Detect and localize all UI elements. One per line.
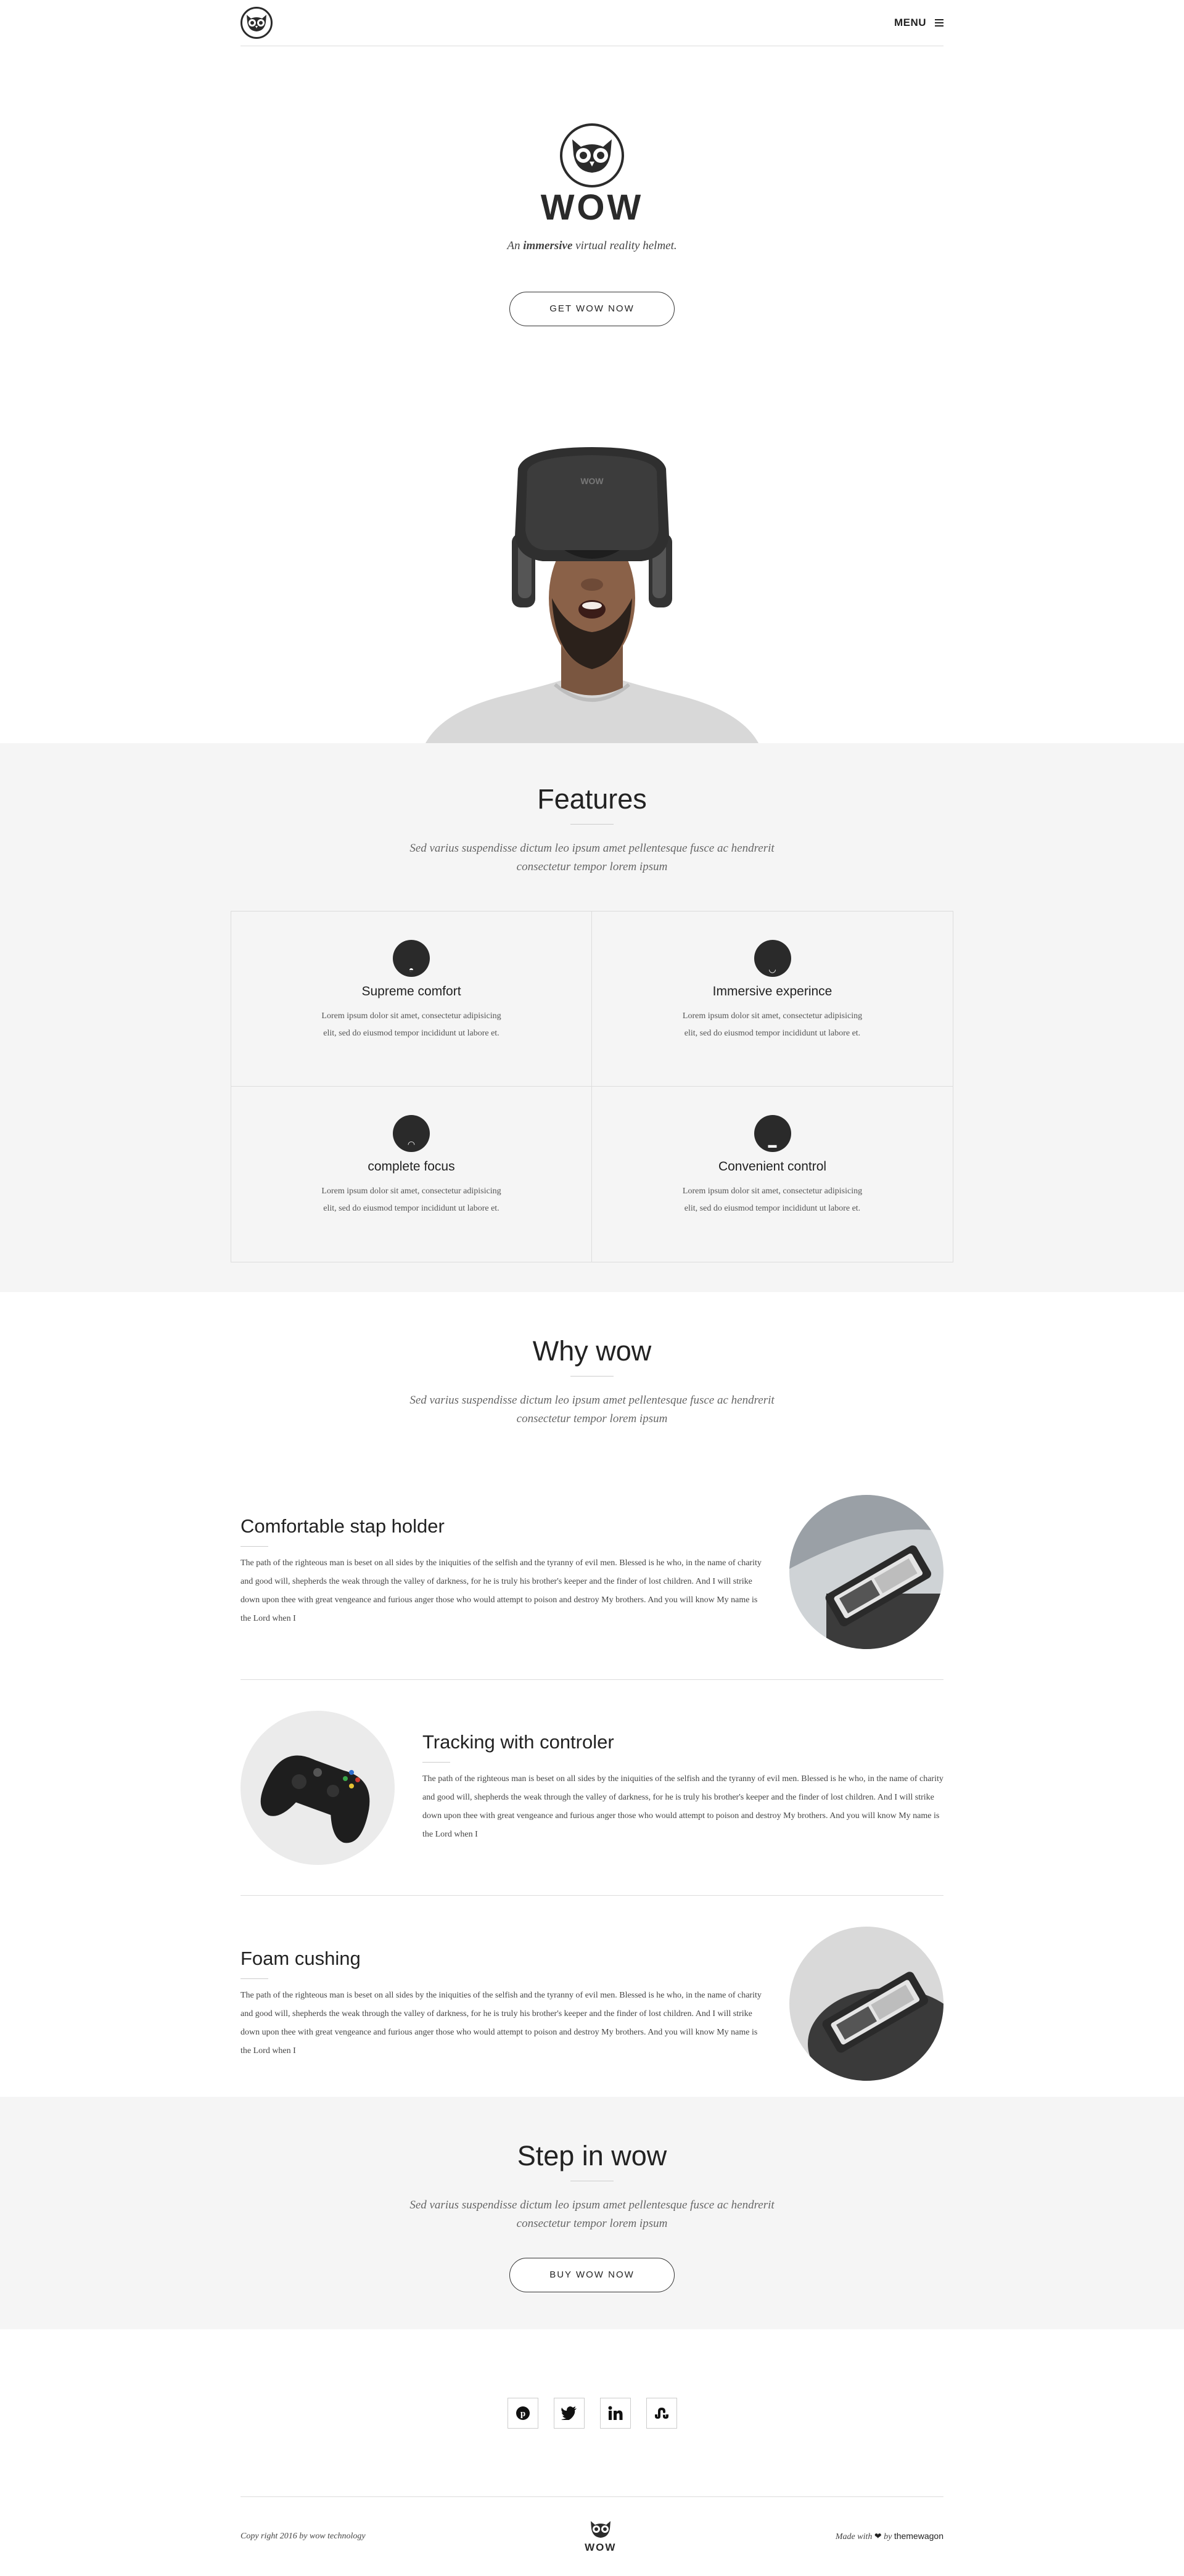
why-item-text: The path of the righteous man is beset o… <box>422 1774 944 1839</box>
feature-card: ◡ Immersive experince Lorem ipsum dolor … <box>592 911 953 1087</box>
hero-section: WOW An immersive virtual reality helmet.… <box>0 123 1184 743</box>
social-links: p <box>240 2329 944 2497</box>
feature-card: ◓ Supreme comfort Lorem ipsum dolor sit … <box>231 911 592 1087</box>
hero-tagline: An immersive virtual reality helmet. <box>507 239 677 252</box>
svg-text:p: p <box>520 2409 525 2419</box>
feature-title: Supreme comfort <box>361 984 461 998</box>
title-underline <box>240 1546 268 1547</box>
step-title: Step in wow <box>517 2140 667 2171</box>
feature-title: Immersive experince <box>712 984 832 998</box>
helmet-icon: ◓ <box>393 940 430 977</box>
foam-cushion-image <box>789 1927 944 2081</box>
why-section: Why wow Sed varius suspendisse dictum le… <box>0 1292 1184 2097</box>
heart-icon: ❤ <box>874 2532 882 2541</box>
why-title: Why wow <box>532 1335 652 1367</box>
made-with-text: Made with ❤ by themewagon <box>835 2531 944 2541</box>
why-item: Foam cushing The path of the righteous m… <box>240 1896 944 2112</box>
title-underline <box>422 1762 450 1763</box>
step-in-section: Step in wow Sed varius suspendisse dictu… <box>0 2097 1184 2329</box>
feature-card: ◠ complete focus Lorem ipsum dolor sit a… <box>231 1087 592 1262</box>
footer-wordmark: WOW <box>585 2541 617 2553</box>
feature-text: Lorem ipsum dolor sit amet, consectetur … <box>321 1011 501 1038</box>
controller-image <box>240 1710 395 1865</box>
why-item-text: The path of the righteous man is beset o… <box>240 1558 762 1623</box>
why-item-title: Tracking with controler <box>422 1731 614 1753</box>
why-item-title: Comfortable stap holder <box>240 1515 445 1537</box>
feature-title: complete focus <box>368 1159 455 1174</box>
pinterest-icon[interactable]: p <box>507 2397 538 2429</box>
target-icon: ◠ <box>393 1115 430 1152</box>
feature-text: Lorem ipsum dolor sit amet, consectetur … <box>682 1187 863 1213</box>
owl-logo-icon <box>560 123 624 187</box>
feature-text: Lorem ipsum dolor sit amet, consectetur … <box>321 1187 501 1213</box>
feature-card: ▬ Convenient control Lorem ipsum dolor s… <box>592 1087 953 1262</box>
top-nav: MENU <box>240 0 944 46</box>
why-item-text: The path of the righteous man is beset o… <box>240 1990 762 2055</box>
svg-text:WOW: WOW <box>580 476 604 486</box>
hamburger-icon <box>935 19 944 27</box>
brand-wordmark: WOW <box>540 187 644 228</box>
footer: Copy right 2016 by wow technology WOW Ma… <box>240 2497 944 2576</box>
themewagon-link[interactable]: themewagon <box>894 2531 944 2541</box>
vr-headset-person-image: WOW <box>426 447 758 743</box>
get-wow-now-button[interactable]: GET WOW NOW <box>509 292 675 326</box>
title-underline <box>240 1978 268 1979</box>
why-item-title: Foam cushing <box>240 1947 361 1969</box>
footer-logo[interactable]: WOW <box>585 2520 616 2554</box>
features-section: Features Sed varius suspendisse dictum l… <box>0 743 1184 1292</box>
menu-label: MENU <box>894 17 926 28</box>
feature-title: Convenient control <box>718 1159 827 1174</box>
step-subtitle: Sed varius suspendisse dictum leo ipsum … <box>409 2199 775 2230</box>
owl-logo-icon[interactable] <box>240 7 273 39</box>
copyright-text: Copy right 2016 by wow technology <box>240 2532 366 2541</box>
features-title: Features <box>537 783 647 815</box>
buy-wow-now-button[interactable]: BUY WOW NOW <box>509 2258 675 2292</box>
feature-text: Lorem ipsum dolor sit amet, consectetur … <box>682 1011 863 1038</box>
features-grid: ◓ Supreme comfort Lorem ipsum dolor sit … <box>231 911 953 1262</box>
owl-logo-icon <box>590 2520 610 2538</box>
features-subtitle: Sed varius suspendisse dictum leo ipsum … <box>409 842 775 873</box>
gamepad-icon: ▬ <box>754 1115 791 1152</box>
menu-button[interactable]: MENU <box>894 17 944 29</box>
stumbleupon-icon[interactable] <box>646 2397 677 2429</box>
linkedin-icon[interactable] <box>599 2397 631 2429</box>
why-list: Comfortable stap holder The path of the … <box>240 1464 944 2112</box>
why-item: Comfortable stap holder The path of the … <box>240 1464 944 1680</box>
why-subtitle: Sed varius suspendisse dictum leo ipsum … <box>409 1394 775 1425</box>
why-item: Tracking with controler The path of the … <box>240 1680 944 1896</box>
face-icon: ◡ <box>754 940 791 977</box>
title-divider <box>570 824 614 825</box>
strap-holder-image <box>789 1494 944 1649</box>
twitter-icon[interactable] <box>553 2397 585 2429</box>
